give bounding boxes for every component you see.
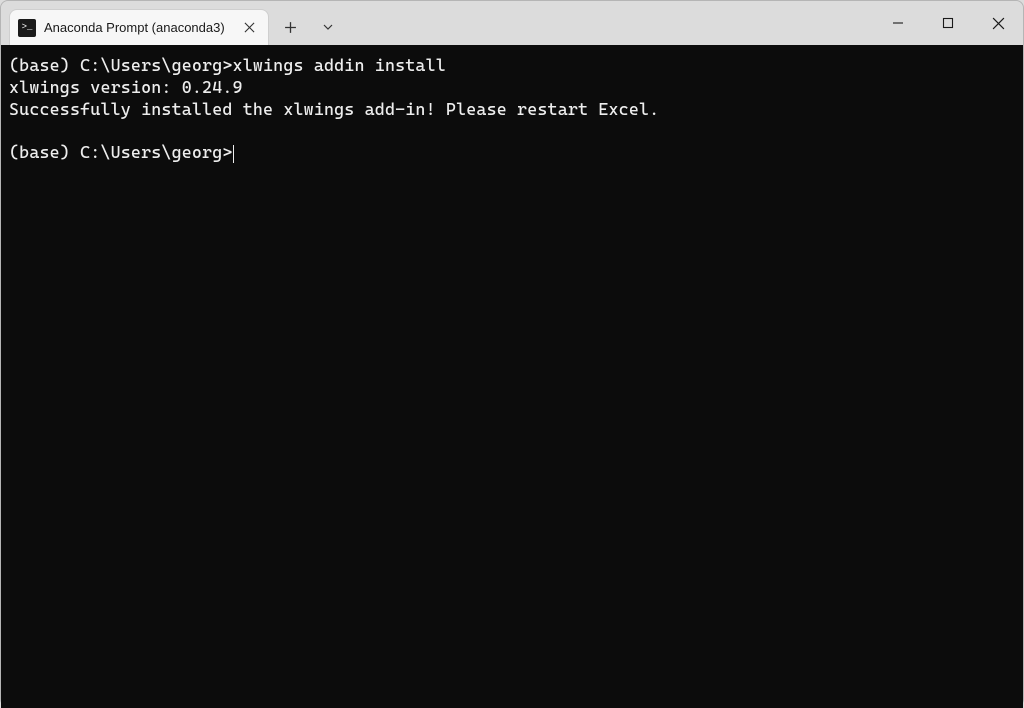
close-icon xyxy=(992,17,1005,30)
chevron-down-icon xyxy=(322,21,334,33)
terminal-cursor xyxy=(233,145,235,163)
maximize-icon xyxy=(942,17,954,29)
tab-title: Anaconda Prompt (anaconda3) xyxy=(44,20,232,35)
close-icon xyxy=(244,22,255,33)
plus-icon xyxy=(284,21,297,34)
terminal-prompt: (base) C:\Users\georg> xyxy=(9,142,233,162)
minimize-button[interactable] xyxy=(873,1,923,45)
tab-active[interactable]: >_ Anaconda Prompt (anaconda3) xyxy=(9,9,269,45)
window-controls xyxy=(873,1,1023,45)
terminal-viewport[interactable]: (base) C:\Users\georg>xlwings addin inst… xyxy=(1,45,1023,708)
maximize-button[interactable] xyxy=(923,1,973,45)
tab-close-button[interactable] xyxy=(240,19,258,37)
tab-dropdown-button[interactable] xyxy=(311,9,345,45)
terminal-icon: >_ xyxy=(18,19,36,37)
window-titlebar: >_ Anaconda Prompt (anaconda3) xyxy=(1,1,1023,45)
minimize-icon xyxy=(892,17,904,29)
tab-strip: >_ Anaconda Prompt (anaconda3) xyxy=(1,1,345,45)
terminal-line: (base) C:\Users\georg>xlwings addin inst… xyxy=(9,55,446,75)
terminal-line: xlwings version: 0.24.9 xyxy=(9,77,243,97)
terminal-line: Successfully installed the xlwings add-i… xyxy=(9,99,659,119)
close-window-button[interactable] xyxy=(973,1,1023,45)
new-tab-button[interactable] xyxy=(273,9,307,45)
